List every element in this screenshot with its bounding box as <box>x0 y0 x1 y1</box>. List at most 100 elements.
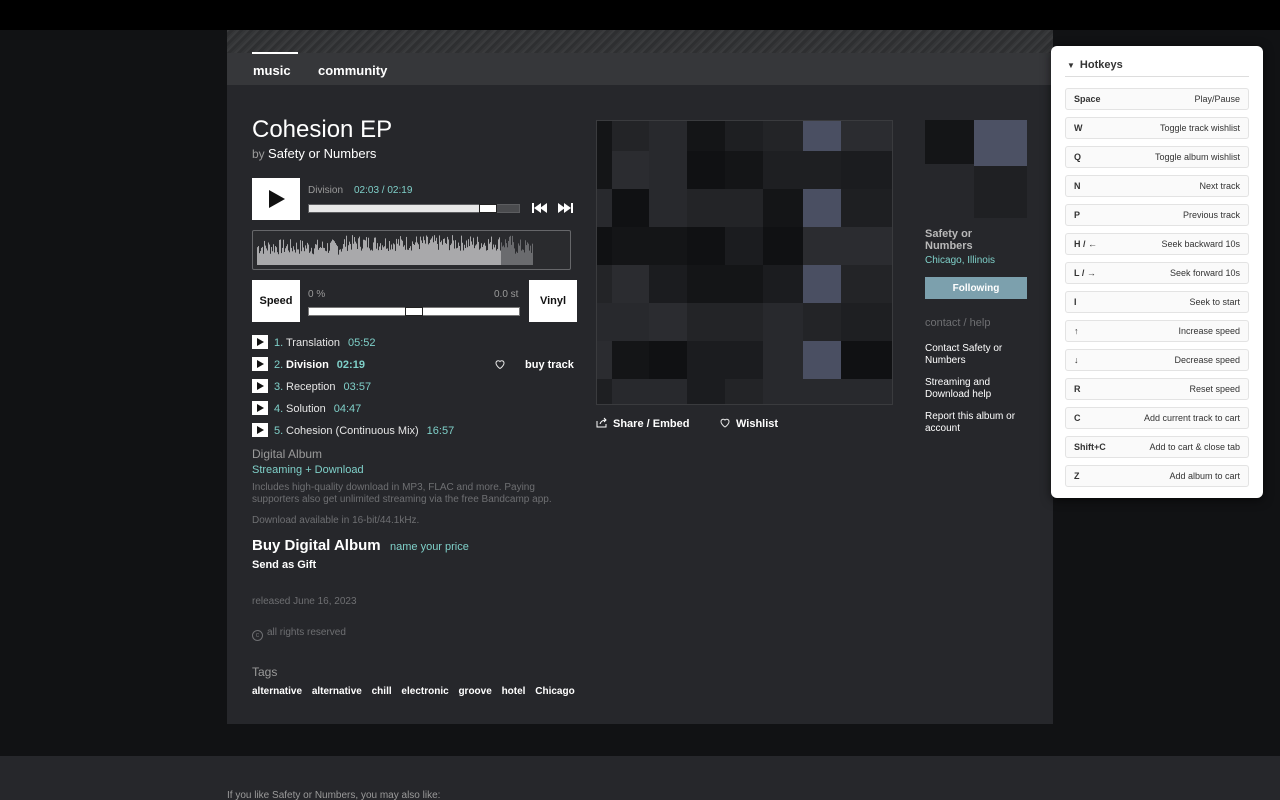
share-label: Share / Embed <box>613 418 690 430</box>
divider <box>1065 76 1249 77</box>
digital-album-description: Includes high-quality download in MP3, F… <box>252 482 552 505</box>
tag-link[interactable]: chill <box>372 686 392 697</box>
track-number: 4. <box>274 403 284 415</box>
hotkey-row: P Previous track <box>1065 204 1249 226</box>
hotkey-key: ↓ <box>1074 355 1079 365</box>
download-quality: Download available in 16-bit/44.1kHz. <box>252 515 420 526</box>
track-duration: 05:52 <box>348 337 376 349</box>
hotkey-key: Q <box>1074 152 1082 162</box>
tag-link[interactable]: electronic <box>401 686 448 697</box>
browser-top-bar <box>0 0 1280 30</box>
copyright-icon: c <box>252 630 263 641</box>
track-title[interactable]: Cohesion (Continuous Mix) <box>286 425 419 437</box>
track-play-button[interactable] <box>252 379 268 393</box>
contact-artist-link[interactable]: Contact Safety or Numbers <box>925 343 1025 367</box>
speed-slider[interactable] <box>308 307 520 316</box>
now-playing-title: Division <box>308 185 344 196</box>
hotkey-key: W <box>1074 123 1083 133</box>
play-button[interactable] <box>252 178 300 220</box>
track-row: 3. Reception 03:57 <box>252 378 582 400</box>
contact-help-heading: contact / help <box>925 317 991 329</box>
track-title[interactable]: Reception <box>286 381 336 393</box>
hotkey-key: L / → <box>1074 268 1096 278</box>
rights-text: all rights reserved <box>267 627 346 638</box>
release-date: released June 16, 2023 <box>252 596 357 607</box>
track-list: 1. Translation 05:52 2. Division 02:19 buy… <box>252 334 582 444</box>
header-banner <box>227 30 1053 53</box>
track-duration: 03:57 <box>343 381 372 393</box>
tag-list: alternative alternative chill electronic… <box>252 686 582 697</box>
heart-icon[interactable] <box>494 358 506 370</box>
track-duration: 02:19 <box>336 359 365 371</box>
track-number: 3. <box>274 381 284 393</box>
artist-link[interactable]: Safety or Numbers <box>268 146 376 161</box>
recommendations-section <box>0 756 1280 800</box>
help-link[interactable]: Streaming and Download help <box>925 377 1025 401</box>
wishlist-button[interactable]: Wishlist <box>719 417 778 430</box>
progress-fill <box>309 205 488 212</box>
hotkey-action: Decrease speed <box>1174 355 1240 365</box>
track-play-button[interactable] <box>252 423 268 437</box>
buy-digital-album-button[interactable]: Buy Digital Album <box>252 537 381 554</box>
buy-track-link[interactable]: buy track <box>525 359 574 371</box>
hotkey-row: C Add current track to cart <box>1065 407 1249 429</box>
track-row: 2. Division 02:19 buy track <box>252 356 582 378</box>
album-cover-art[interactable] <box>596 120 893 405</box>
following-button[interactable]: Following <box>925 277 1027 299</box>
speed-semitones: 0.0 st <box>494 289 519 300</box>
artist-image[interactable] <box>925 120 1027 218</box>
track-title[interactable]: Division <box>286 359 329 371</box>
speed-slider-handle[interactable] <box>405 307 423 316</box>
share-embed-button[interactable]: Share / Embed <box>596 417 689 430</box>
hotkey-action: Previous track <box>1182 210 1240 220</box>
artist-location: Chicago, Illinois <box>925 255 996 266</box>
now-playing-time: 02:03 / 02:19 <box>354 185 413 196</box>
report-link[interactable]: Report this album or account <box>925 411 1025 435</box>
track-title[interactable]: Solution <box>286 403 326 415</box>
track-play-button[interactable] <box>252 335 268 349</box>
tab-music[interactable]: music <box>252 52 298 78</box>
tab-community[interactable]: community <box>318 63 387 78</box>
send-as-gift-link[interactable]: Send as Gift <box>252 559 316 571</box>
previous-track-icon[interactable] <box>531 202 549 214</box>
wishlist-label: Wishlist <box>736 418 779 430</box>
next-track-icon[interactable] <box>557 202 575 214</box>
hotkey-key: P <box>1074 210 1081 220</box>
track-number: 5. <box>274 425 284 437</box>
hotkey-action: Next track <box>1199 181 1240 191</box>
hotkey-key: ↑ <box>1074 326 1079 336</box>
tag-link[interactable]: hotel <box>502 686 526 697</box>
track-title[interactable]: Translation <box>286 337 340 349</box>
vinyl-button[interactable]: Vinyl <box>529 280 577 322</box>
artist-image-graphic <box>925 120 1027 218</box>
hotkey-action: Add current track to cart <box>1143 413 1240 423</box>
play-icon <box>269 190 285 208</box>
hotkey-row: H / ← Seek backward 10s <box>1065 233 1249 255</box>
waveform-graphic <box>257 235 533 265</box>
tag-link[interactable]: groove <box>458 686 491 697</box>
tag-link[interactable]: Chicago <box>535 686 574 697</box>
hotkey-key: Z <box>1074 471 1080 481</box>
caret-down-icon: ▼ <box>1067 61 1075 70</box>
tag-link[interactable]: alternative <box>252 686 302 697</box>
speed-percent: 0 % <box>308 289 326 300</box>
nav-bar: music community <box>227 52 1053 85</box>
rights-notice: c all rights reserved <box>252 627 346 641</box>
hotkeys-title: Hotkeys <box>1079 59 1123 71</box>
by-prefix: by <box>252 147 265 161</box>
tag-link[interactable]: alternative <box>312 686 362 697</box>
digital-album-format[interactable]: Streaming + Download <box>252 464 364 476</box>
waveform[interactable] <box>252 230 571 270</box>
share-icon <box>596 417 607 428</box>
artist-name[interactable]: Safety or Numbers <box>925 228 1005 252</box>
track-play-button[interactable] <box>252 401 268 415</box>
progress-bar[interactable] <box>308 204 520 213</box>
hotkeys-header[interactable]: ▼ Hotkeys <box>1067 59 1123 71</box>
hotkey-action: Add album to cart <box>1169 471 1240 481</box>
progress-handle[interactable] <box>479 204 497 213</box>
track-play-button[interactable] <box>252 357 268 371</box>
speed-button[interactable]: Speed <box>252 280 300 322</box>
hotkey-action: Seek to start <box>1189 297 1240 307</box>
hotkey-row: Shift+C Add to cart & close tab <box>1065 436 1249 458</box>
hotkey-row: Z Add album to cart <box>1065 465 1249 487</box>
